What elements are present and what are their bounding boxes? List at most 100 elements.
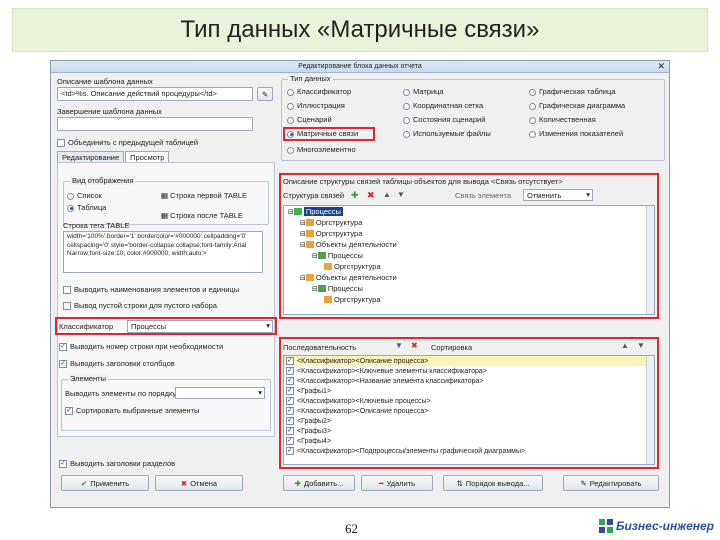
checkbox-box[interactable]: ✓ — [286, 387, 294, 395]
checkbox-box[interactable]: ✓ — [286, 397, 294, 405]
edit-button[interactable]: ✎ Редактировать — [563, 475, 659, 491]
link-element-select[interactable]: Отменить ▾ — [523, 189, 593, 201]
radio-selected[interactable] — [67, 204, 74, 212]
radio[interactable] — [529, 116, 536, 124]
chk-section-headers[interactable]: ✓ Выводить заголовки разделов — [59, 459, 175, 469]
checkbox-box[interactable]: ✓ — [65, 407, 73, 416]
radio[interactable] — [403, 88, 410, 96]
type-quantitative[interactable]: Количественная — [529, 115, 596, 124]
tree-node[interactable]: ⊟ Процессы — [284, 283, 654, 294]
arrow-down-icon[interactable]: ▼ — [637, 341, 645, 350]
combine-checkbox[interactable]: Объединить с предыдущей таблицей — [57, 138, 198, 148]
type-multi-element[interactable]: Многоэлементно — [287, 145, 356, 154]
chk-heading[interactable]: Выводить наименования элементов и единиц… — [63, 285, 239, 295]
type-scenario[interactable]: Сценарий — [287, 115, 332, 124]
tree-node[interactable]: ⊟ Объекты деятельности — [284, 239, 654, 250]
view-table-option[interactable]: Таблица — [67, 203, 106, 212]
type-matrix[interactable]: Матрица — [403, 87, 444, 96]
chk-sort-selected[interactable]: ✓ Сортировать выбранные элементы — [65, 406, 199, 416]
classifier-select[interactable]: Процессы ▾ — [127, 320, 273, 333]
checkbox-box[interactable]: ✓ — [286, 447, 294, 455]
tree-scrollbar[interactable] — [646, 206, 654, 314]
checkbox-box[interactable]: ✓ — [59, 460, 67, 469]
type-indicator-changes[interactable]: Изменения показателей — [529, 129, 623, 138]
delete-link-icon[interactable]: ✖ — [367, 190, 375, 201]
list-item[interactable]: ✓ <Классификатор><Описание процесса> — [284, 406, 654, 416]
close-icon[interactable]: ✕ — [657, 61, 665, 72]
type-classifier[interactable]: Классификатор — [287, 87, 351, 96]
chk-row-number[interactable]: ✓ Выводить номер строки при необходимости — [59, 342, 223, 352]
radio[interactable] — [287, 102, 294, 110]
cancel-button[interactable]: ✖ Отмена — [155, 475, 243, 491]
radio[interactable] — [67, 192, 74, 200]
tree-node[interactable]: ⊟ Оргструктура — [284, 217, 654, 228]
tree-node[interactable]: ⊟ Оргструктура — [284, 228, 654, 239]
list-item[interactable]: ✓ <Графы3> — [284, 426, 654, 436]
add-button[interactable]: ✚ Добавить... — [283, 475, 355, 491]
type-illustration[interactable]: Иллюстрация — [287, 101, 345, 110]
view-list-option[interactable]: Список — [67, 191, 102, 200]
checkbox-box[interactable]: ✓ — [59, 343, 67, 352]
arrow-up-icon[interactable]: ▲ — [621, 341, 629, 350]
desc-input[interactable]: <td>%s. Описание действий процедуры</td> — [57, 87, 253, 101]
elements-order-option[interactable]: Выводить элементы по порядку — [65, 389, 176, 398]
checkbox-box[interactable]: ✓ — [286, 377, 294, 385]
checkbox-box[interactable]: ✓ — [286, 357, 294, 365]
list-item[interactable]: ✓ <Графы4> — [284, 436, 654, 446]
checkbox-box[interactable]: ✓ — [286, 427, 294, 435]
list-item[interactable]: ✓ <Классификатор><Название элемента класс… — [284, 376, 654, 386]
structure-tree[interactable]: ⊟ Процессы ⊟ Оргструктура ⊟ Оргструктура ⊟ … — [283, 205, 655, 315]
list-item[interactable]: ✓ <Классификатор><Подпроцессы/элементы гр… — [284, 446, 654, 456]
tree-node[interactable]: Оргструктура — [284, 294, 654, 305]
radio[interactable] — [287, 116, 294, 124]
elements-list[interactable]: ✓ <Классификатор><Описание процесса> ✓ <Кла… — [283, 355, 655, 465]
checkbox-box[interactable] — [63, 286, 71, 295]
add-link-icon[interactable]: ✚ — [351, 190, 359, 201]
chk-column-headers[interactable]: ✓ Выводить заголовки столбцов — [59, 359, 175, 369]
radio[interactable] — [529, 88, 536, 96]
radio[interactable] — [529, 102, 536, 110]
radio[interactable] — [287, 88, 294, 96]
list-item[interactable]: ✓ <Классификатор><Ключевые процессы> — [284, 396, 654, 406]
type-graphic-table[interactable]: Графическая таблица — [529, 87, 615, 96]
type-grid[interactable]: Координатная сетка — [403, 101, 483, 110]
list-item[interactable]: ✓ <Классификатор><Описание процесса> — [284, 356, 654, 366]
type-graphic-diagram[interactable]: Графическая диаграмма — [529, 101, 625, 110]
edit-template-button[interactable]: ✎ — [257, 87, 273, 101]
elements-order-select[interactable]: ▾ — [175, 387, 265, 399]
row-first-option[interactable]: ▦ Строка первой TABLE — [161, 191, 247, 200]
radio[interactable] — [403, 116, 410, 124]
checkbox-box[interactable]: ✓ — [286, 417, 294, 425]
arrow-down-icon[interactable]: ▼ — [397, 190, 405, 199]
row-last-option[interactable]: ▦ Строка после TABLE — [161, 211, 243, 220]
apply-button[interactable]: ✔ Применить — [61, 475, 149, 491]
chk-empty-row[interactable]: Вывод пустой строки для пустого набора — [63, 301, 217, 311]
tree-node[interactable]: ⊟ Процессы — [284, 250, 654, 261]
radio[interactable] — [287, 146, 294, 154]
radio[interactable] — [403, 130, 410, 138]
checkbox-box[interactable]: ✓ — [286, 407, 294, 415]
clear-icon[interactable]: ✖ — [411, 341, 418, 350]
tree-node[interactable]: ⊟ Объекты деятельности — [284, 272, 654, 283]
list-item[interactable]: ✓ <Классификатор><Ключевые элементы класс… — [284, 366, 654, 376]
type-used-files[interactable]: Используемые файлы — [403, 129, 491, 138]
delete-button[interactable]: ━ Удалить — [361, 475, 433, 491]
checkbox-box[interactable]: ✓ — [59, 360, 67, 369]
list-item[interactable]: ✓ <Графы2> — [284, 416, 654, 426]
type-state-scenario[interactable]: Состояния сценарий — [403, 115, 485, 124]
checkbox-box[interactable] — [63, 302, 71, 311]
checkbox-box[interactable]: ✓ — [286, 367, 294, 375]
tree-node[interactable]: Оргструктура — [284, 261, 654, 272]
order-button[interactable]: ⇅ Порядок вывода... — [443, 475, 543, 491]
tree-node[interactable]: ⊟ Процессы — [284, 206, 654, 217]
radio[interactable] — [403, 102, 410, 110]
arrow-up-icon[interactable]: ▲ — [383, 190, 391, 199]
checkbox-box[interactable] — [57, 139, 65, 148]
type-matrix-links[interactable]: Матричные связи — [287, 129, 358, 138]
radio[interactable] — [529, 130, 536, 138]
html-attributes-input[interactable]: width='100%' border='1' bordercolor='#00… — [63, 231, 263, 273]
filter-icon[interactable]: ▼ — [395, 341, 403, 350]
separator-input[interactable] — [57, 117, 253, 131]
list-item[interactable]: ✓ <Графы1> — [284, 386, 654, 396]
checkbox-box[interactable]: ✓ — [286, 437, 294, 445]
